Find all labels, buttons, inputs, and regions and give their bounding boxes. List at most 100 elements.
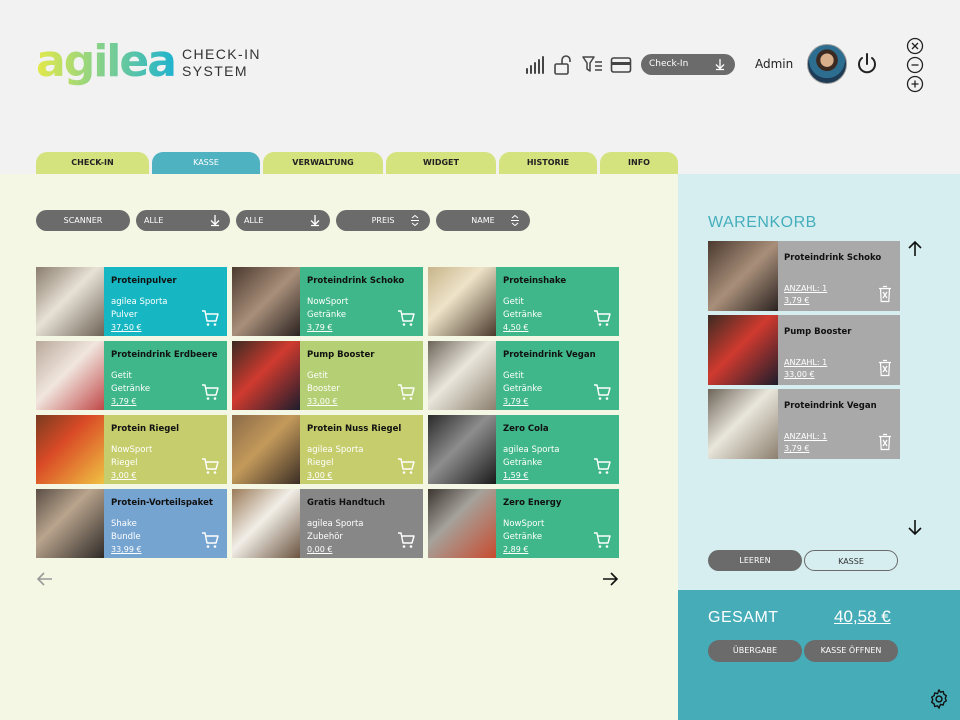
minimize-icon[interactable] xyxy=(906,56,924,74)
brand-select[interactable]: ALLE xyxy=(236,210,330,231)
product-brand: agilea Sporta xyxy=(503,445,560,455)
cart-item-quantity[interactable]: ANZAHL: 1 xyxy=(784,358,827,367)
sort-icon xyxy=(411,215,419,226)
product-card[interactable]: Protein Riegel NowSport Riegel 3,00 € xyxy=(36,415,227,484)
product-info: Pump Booster Getit Booster 33,00 € xyxy=(300,341,423,410)
open-register-button[interactable]: KASSE ÖFFNEN xyxy=(804,640,898,662)
cart-item: Proteindrink Schoko ANZAHL: 1 3,79 € xyxy=(708,241,900,311)
cart-icon[interactable] xyxy=(397,309,415,327)
trash-icon[interactable] xyxy=(878,359,892,377)
product-card[interactable]: Proteindrink Schoko NowSport Getränke 3,79 … xyxy=(232,267,423,336)
trash-icon[interactable] xyxy=(878,285,892,303)
cart-item: Proteindrink Vegan ANZAHL: 1 3,79 € xyxy=(708,389,900,459)
cart-icon[interactable] xyxy=(397,531,415,549)
product-info: Proteindrink Schoko NowSport Getränke 3,79 … xyxy=(300,267,423,336)
product-card[interactable]: Pump Booster Getit Booster 33,00 € xyxy=(232,341,423,410)
close-icon[interactable] xyxy=(906,37,924,55)
product-name: Proteindrink Vegan xyxy=(503,350,596,360)
product-card[interactable]: Proteindrink Erdbeere Getit Getränke 3,79 € xyxy=(36,341,227,410)
mode-select[interactable]: Check-In xyxy=(641,54,735,75)
product-image xyxy=(428,489,496,558)
product-info: Gratis Handtuch agilea Sporta Zubehör 0,00 … xyxy=(300,489,423,558)
brand-select-value: ALLE xyxy=(244,216,264,225)
tab-verwaltung[interactable]: VERWALTUNG xyxy=(263,152,383,174)
category-select[interactable]: ALLE xyxy=(136,210,230,231)
tab-historie[interactable]: HISTORIE xyxy=(499,152,597,174)
power-icon[interactable] xyxy=(855,52,879,76)
product-image xyxy=(428,415,496,484)
product-area: SCANNER ALLE ALLE PREIS NAME Proteinpulv… xyxy=(0,174,678,720)
maximize-icon[interactable] xyxy=(906,75,924,93)
cart-icon[interactable] xyxy=(593,531,611,549)
product-brand: agilea Sporta xyxy=(307,445,364,455)
product-card[interactable]: Proteinpulver agilea Sporta Pulver 37,50 € xyxy=(36,267,227,336)
product-image xyxy=(232,489,300,558)
cart-item-quantity[interactable]: ANZAHL: 1 xyxy=(784,432,827,441)
product-brand: Getit xyxy=(111,371,132,381)
total-panel: GESAMT 40,58 € ÜBERGABE KASSE ÖFFNEN xyxy=(678,590,960,720)
tab-kasse[interactable]: KASSE xyxy=(152,152,260,174)
product-image xyxy=(232,267,300,336)
logo-subtitle: CHECK-IN SYSTEM xyxy=(182,46,261,80)
avatar[interactable] xyxy=(807,44,847,84)
cart-icon[interactable] xyxy=(201,383,219,401)
product-brand: Shake xyxy=(111,519,137,529)
scanner-button[interactable]: SCANNER xyxy=(36,210,130,231)
product-card[interactable]: Proteindrink Vegan Getit Getränke 3,79 € xyxy=(428,341,619,410)
cart-icon[interactable] xyxy=(397,383,415,401)
cart-item-image xyxy=(708,315,778,385)
logo-subtitle-line-2: SYSTEM xyxy=(182,63,248,79)
product-card[interactable]: Zero Cola agilea Sporta Getränke 1,59 € xyxy=(428,415,619,484)
lock-icon[interactable] xyxy=(552,54,574,76)
tab-widget[interactable]: WIDGET xyxy=(386,152,496,174)
scroll-up-icon[interactable] xyxy=(906,240,924,258)
product-card[interactable]: Protein Nuss Riegel agilea Sporta Riegel 3,… xyxy=(232,415,423,484)
sort-price-label: PREIS xyxy=(371,216,395,225)
cart-icon[interactable] xyxy=(593,309,611,327)
arrow-down-icon xyxy=(715,59,725,71)
product-info: Zero Energy NowSport Getränke 2,89 € xyxy=(496,489,619,558)
sort-name-label: NAME xyxy=(471,216,495,225)
scanner-label: SCANNER xyxy=(63,216,103,225)
tab-check-in[interactable]: CHECK-IN xyxy=(36,152,149,174)
product-info: Proteinshake Getit Getränke 4,50 € xyxy=(496,267,619,336)
total-value: 40,58 € xyxy=(834,607,891,626)
cart-item-price: 3,79 € xyxy=(784,444,810,453)
sort-icon xyxy=(511,215,519,226)
product-card[interactable]: Zero Energy NowSport Getränke 2,89 € xyxy=(428,489,619,558)
cart-item-image xyxy=(708,389,778,459)
cart-item-quantity[interactable]: ANZAHL: 1 xyxy=(784,284,827,293)
clear-cart-button[interactable]: LEEREN xyxy=(708,550,802,571)
arrow-right-icon[interactable] xyxy=(601,570,619,588)
handover-button[interactable]: ÜBERGABE xyxy=(708,640,802,662)
card-icon[interactable] xyxy=(610,54,632,76)
filter-list-icon[interactable] xyxy=(581,54,603,76)
agilea-logo: agilea xyxy=(36,40,176,87)
tab-info[interactable]: INFO xyxy=(600,152,678,174)
cart-item-price: 33,00 € xyxy=(784,370,815,379)
product-name: Pump Booster xyxy=(307,350,375,360)
product-info: Zero Cola agilea Sporta Getränke 1,59 € xyxy=(496,415,619,484)
sort-name-button[interactable]: NAME xyxy=(436,210,530,231)
product-card[interactable]: Proteinshake Getit Getränke 4,50 € xyxy=(428,267,619,336)
sort-price-button[interactable]: PREIS xyxy=(336,210,430,231)
checkout-button[interactable]: KASSE xyxy=(804,550,898,571)
cart-icon[interactable] xyxy=(397,457,415,475)
product-card[interactable]: Gratis Handtuch agilea Sporta Zubehör 0,00 … xyxy=(232,489,423,558)
cart-item-image xyxy=(708,241,778,311)
trash-icon[interactable] xyxy=(878,433,892,451)
product-image xyxy=(36,341,104,410)
gear-icon[interactable] xyxy=(928,688,950,710)
cart-icon[interactable] xyxy=(201,531,219,549)
product-brand: NowSport xyxy=(503,519,545,529)
arrow-left-icon[interactable] xyxy=(36,570,54,588)
product-image xyxy=(36,267,104,336)
cart-icon[interactable] xyxy=(593,457,611,475)
signal-icon[interactable] xyxy=(524,54,546,76)
product-card[interactable]: Protein-Vorteilspaket Shake Bundle 33,99 € xyxy=(36,489,227,558)
cart-icon[interactable] xyxy=(201,309,219,327)
cart-icon[interactable] xyxy=(201,457,219,475)
scroll-down-icon[interactable] xyxy=(906,518,924,536)
product-brand: Getit xyxy=(503,371,524,381)
cart-icon[interactable] xyxy=(593,383,611,401)
